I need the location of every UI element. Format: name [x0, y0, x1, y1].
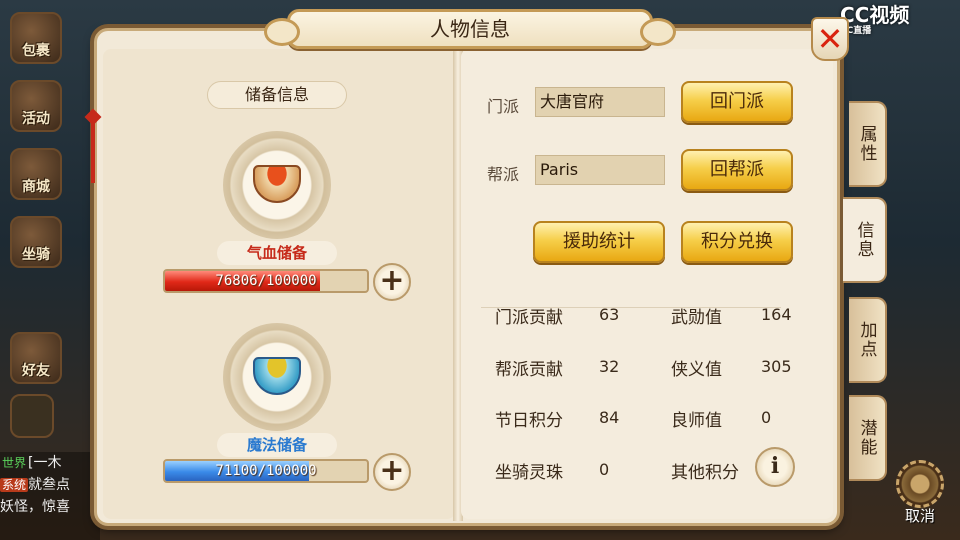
mp-soup-bowl-icon: [253, 357, 301, 395]
left-icon-activity[interactable]: 活动: [10, 80, 62, 132]
stat-label: 帮派贡献: [495, 360, 563, 380]
cancel-label: 取消: [904, 507, 935, 525]
gang-label: 帮派: [487, 165, 520, 184]
mp-reserve-label: 魔法储备: [217, 433, 337, 457]
left-icon-mount[interactable]: 坐骑: [10, 216, 62, 268]
left-icon-label: 包裹: [22, 43, 50, 59]
stat-label: 侠义值: [671, 360, 722, 380]
dialog-title: 人物信息: [264, 9, 676, 49]
sect-value: 大唐官府: [535, 87, 665, 117]
gang-value: Paris: [535, 155, 665, 185]
chat-tag-world: 世界: [2, 456, 27, 470]
hp-bowl-holder: [223, 131, 331, 239]
left-icon-label: 活动: [22, 111, 50, 127]
stat-label: 武勋值: [671, 308, 722, 328]
chat-text: 妖怪，惊喜: [0, 499, 70, 515]
reserve-subtitle: 储备信息: [207, 81, 347, 109]
aid-stats-button[interactable]: 援助统计: [533, 221, 665, 263]
watermark-sub: CC直播: [840, 26, 872, 36]
chat-text: 就叁点: [28, 477, 71, 493]
chat-tag-system: 系统: [0, 478, 29, 492]
tassel-ornament: [84, 31, 103, 231]
stat-value: 0: [599, 460, 610, 479]
hp-soup-bowl-icon: [253, 165, 301, 203]
stat-label: 节日积分: [495, 411, 563, 431]
stat-value: 32: [599, 357, 620, 376]
sect-label: 门派: [487, 97, 520, 116]
hp-reserve-label: 气血储备: [217, 241, 337, 265]
stat-value: 0: [761, 408, 772, 427]
cancel-button[interactable]: 取消: [892, 460, 948, 526]
left-icon-friends[interactable]: 好友: [10, 332, 62, 384]
hp-reserve-bar: 76806/100000: [163, 269, 369, 293]
hp-reserve-value: 76806/100000: [215, 273, 317, 289]
watermark-logo: CC视频 CC直播: [840, 4, 952, 44]
watermark-main: CC视频: [840, 3, 910, 27]
hp-plus-icon[interactable]: +: [373, 263, 411, 301]
mp-plus-icon[interactable]: +: [373, 453, 411, 491]
stat-label: 其他积分: [671, 463, 739, 483]
stat-label: 门派贡献: [495, 308, 563, 328]
points-exchange-button[interactable]: 积分兑换: [681, 221, 793, 263]
tab-potential[interactable]: 潜能: [849, 395, 887, 481]
stat-value: 84: [599, 408, 620, 427]
left-icon-label: 好友: [22, 363, 50, 379]
chat-text: [一木: [28, 455, 62, 471]
mp-bowl-holder: [223, 323, 331, 431]
tab-info[interactable]: 信息: [843, 197, 887, 283]
tab-attributes[interactable]: 属性: [849, 101, 887, 187]
return-gang-button[interactable]: 回帮派: [681, 149, 793, 191]
return-sect-button[interactable]: 回门派: [681, 81, 793, 123]
left-icon-label: 坐骑: [22, 247, 50, 263]
gear-icon: [896, 460, 944, 508]
left-icon-label: 商城: [22, 179, 50, 195]
left-icon-shop[interactable]: 商城: [10, 148, 62, 200]
chat-panel[interactable]: 世界 [一木 系统 就叁点 妖怪，惊喜: [0, 452, 100, 540]
info-i-icon[interactable]: i: [755, 447, 795, 487]
chat-icon[interactable]: [10, 394, 54, 438]
stat-value: 63: [599, 305, 620, 324]
stat-value: 164: [761, 305, 792, 324]
close-icon[interactable]: ✕: [811, 17, 849, 61]
stat-label: 坐骑灵珠: [495, 463, 563, 483]
stat-value: 305: [761, 357, 792, 376]
tab-add-points[interactable]: 加点: [849, 297, 887, 383]
character-info-dialog: 人物信息 ✕ 储备信息 气血储备 76806/100000 + 魔法储备 711…: [84, 9, 887, 526]
stat-label: 良师值: [671, 411, 722, 431]
left-icon-bag[interactable]: 包裹: [10, 12, 62, 64]
mp-reserve-value: 71100/100000: [215, 463, 317, 479]
mp-reserve-bar: 71100/100000: [163, 459, 369, 483]
